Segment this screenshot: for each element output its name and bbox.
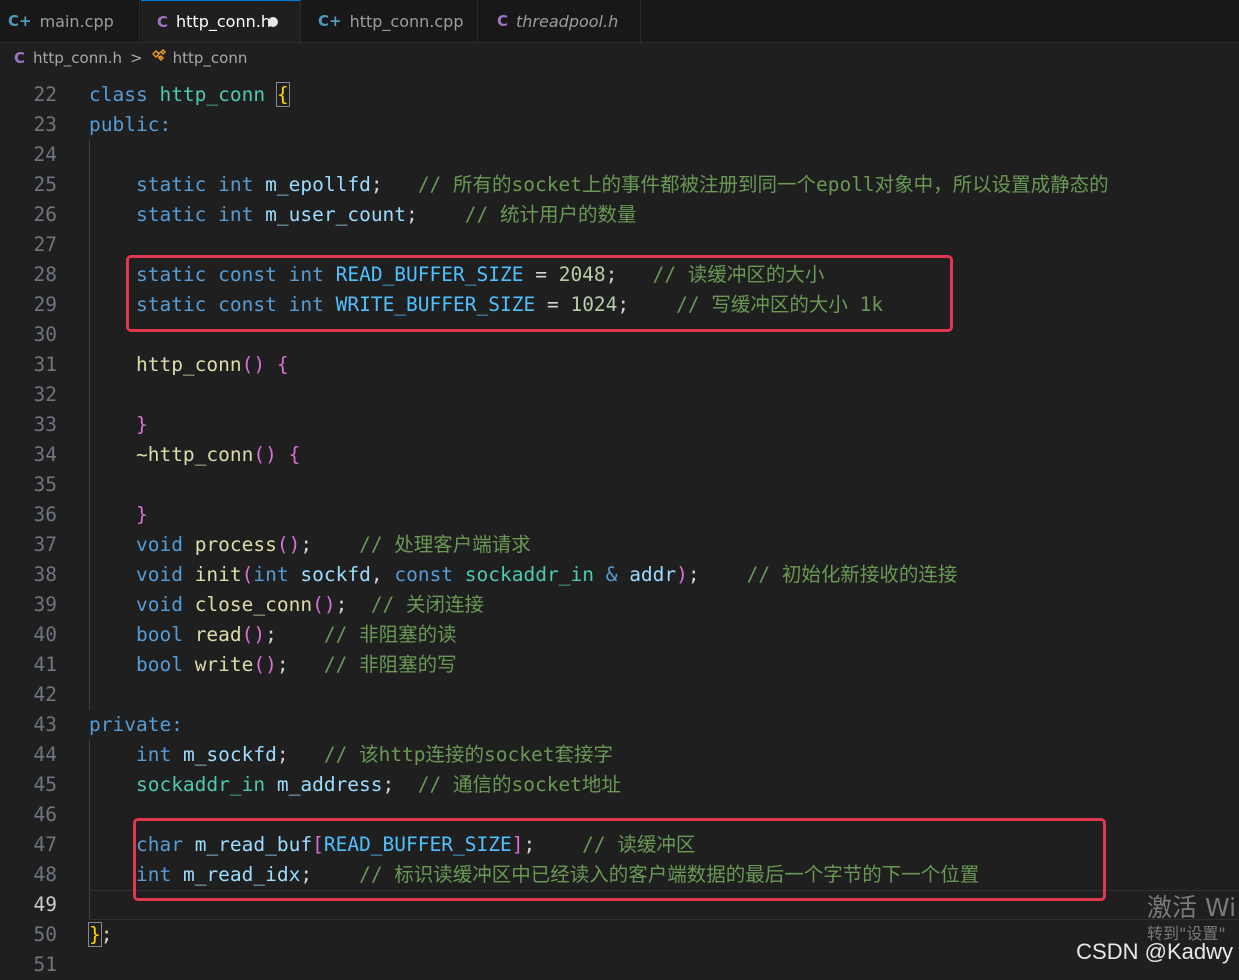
breadcrumb: C http_conn.h > http_conn: [0, 43, 1239, 72]
line-number: 47: [33, 833, 57, 856]
tab-label: http_conn.cpp: [349, 11, 464, 31]
tab-label: main.cpp: [39, 11, 114, 31]
tab-label: threadpool.h: [516, 11, 619, 31]
line-number: 39: [33, 593, 57, 616]
header-file-icon: C: [157, 12, 169, 31]
activation-watermark: 激活 Wi: [1147, 893, 1237, 922]
tab-label: http_conn.h: [176, 12, 271, 31]
line-number: 44: [33, 743, 57, 766]
breadcrumb-file[interactable]: http_conn.h: [33, 49, 122, 67]
header-file-icon: C: [14, 48, 26, 67]
line-number: 41: [33, 653, 57, 676]
line-number: 40: [33, 623, 57, 646]
code-line: http_conn() {: [135, 353, 289, 376]
cpp-file-icon: C+: [318, 12, 342, 30]
cpp-file-icon: C+: [8, 12, 32, 30]
line-number: 42: [33, 683, 57, 706]
line-number: 27: [33, 233, 57, 256]
code-line: private:: [89, 713, 183, 736]
line-number: 51: [33, 953, 57, 976]
code-line: void process(); // 处理客户端请求: [135, 533, 531, 556]
line-number: 25: [33, 173, 57, 196]
code-line: bool read(); // 非阻塞的读: [135, 623, 457, 646]
code-line: void init(int sockfd, const sockaddr_in …: [135, 563, 958, 586]
code-line: bool write(); // 非阻塞的写: [135, 653, 457, 676]
line-number: 26: [33, 203, 57, 226]
line-number: 30: [33, 323, 57, 346]
line-number: 37: [33, 533, 57, 556]
highlight-box-buffer-sizes: [126, 255, 953, 332]
line-number: 50: [33, 923, 57, 946]
tab-threadpool-h[interactable]: C threadpool.h: [479, 0, 641, 42]
code-line: }: [135, 413, 148, 436]
breadcrumb-symbol[interactable]: http_conn: [173, 49, 248, 67]
header-file-icon: C: [497, 12, 509, 30]
csdn-watermark: CSDN @Kadwy: [1076, 939, 1233, 964]
line-number: 34: [33, 443, 57, 466]
line-number: 24: [33, 143, 57, 166]
line-number: 23: [33, 113, 57, 136]
line-number: 31: [33, 353, 57, 376]
line-number: 38: [33, 563, 57, 586]
code-line: static int m_epollfd; // 所有的socket上的事件都被…: [135, 173, 1109, 196]
tab-main-cpp[interactable]: C+ main.cpp: [0, 0, 140, 42]
line-number: 43: [33, 713, 57, 736]
line-number: 49: [33, 893, 57, 916]
code-line: static int m_user_count; // 统计用户的数量: [135, 203, 637, 226]
line-number: 32: [33, 383, 57, 406]
tab-http-conn-h[interactable]: C http_conn.h: [141, 0, 301, 42]
code-line: int m_sockfd; // 该http连接的socket套接字: [135, 743, 613, 766]
line-number: 45: [33, 773, 57, 796]
breadcrumb-separator: >: [130, 48, 143, 67]
code-line: sockaddr_in m_address; // 通信的socket地址: [135, 773, 621, 796]
code-line: public:: [89, 113, 172, 136]
line-number: 46: [33, 803, 57, 826]
unsaved-dot-icon[interactable]: [268, 17, 278, 27]
highlight-box-read-buffer: [133, 818, 1106, 901]
class-symbol-icon: [151, 48, 167, 67]
tab-http-conn-cpp[interactable]: C+ http_conn.cpp: [302, 0, 478, 42]
line-number: 48: [33, 863, 57, 886]
line-number: 22: [33, 83, 57, 106]
code-line: void close_conn(); // 关闭连接: [135, 593, 485, 616]
tab-bar: C+ main.cpp C http_conn.h C+ http_conn.c…: [0, 0, 1239, 43]
line-number: 33: [33, 413, 57, 436]
line-number: 29: [33, 293, 57, 316]
code-line: }: [135, 503, 148, 526]
line-number: 36: [33, 503, 57, 526]
code-line: class http_conn {: [89, 82, 290, 107]
code-line: };: [88, 922, 113, 947]
line-number: 28: [33, 263, 57, 286]
code-line: ~http_conn() {: [135, 443, 301, 466]
line-number: 35: [33, 473, 57, 496]
